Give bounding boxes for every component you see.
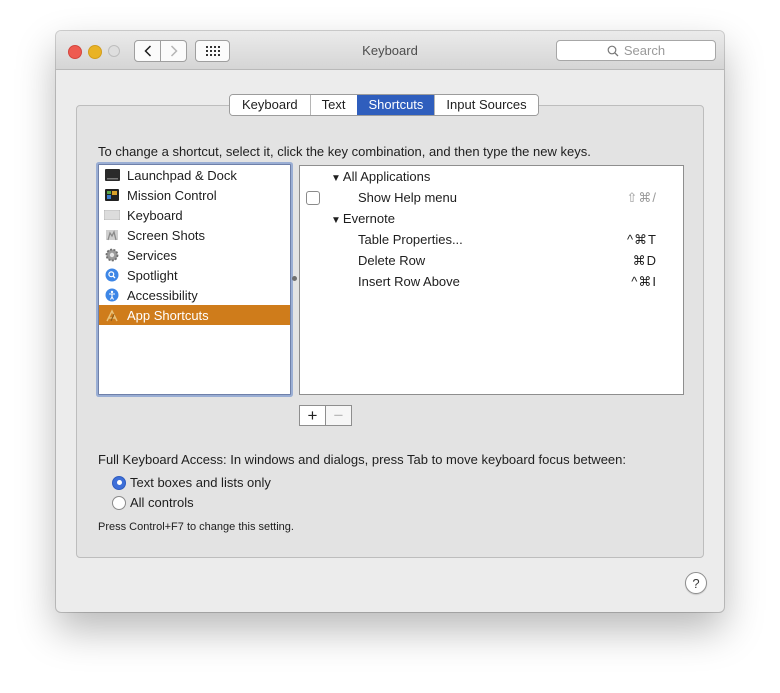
category-item-mission-control[interactable]: Mission Control [99,185,290,205]
shortcut-label: Delete Row [358,253,426,268]
tab-keyboard[interactable]: Keyboard [230,95,310,115]
shortcut-row[interactable]: Show Help menu ⇧⌘/ [300,187,683,208]
radio-label: Text boxes and lists only [130,475,271,490]
category-label: Accessibility [127,287,198,303]
tab-shortcuts[interactable]: Shortcuts [356,95,435,115]
help-button[interactable]: ? [685,572,707,594]
app-store-icon [104,308,120,322]
instructions-text: To change a shortcut, select it, click t… [98,144,591,159]
mission-control-icon [104,188,120,202]
accessibility-icon [104,288,120,302]
group-row-all-applications[interactable]: ▼ All Applications [300,166,683,187]
disclosure-triangle-icon[interactable]: ▼ [331,215,341,226]
group-row-evernote[interactable]: ▼ Evernote [300,208,683,229]
keyboard-preferences-window: Keyboard Search Keyboard Text Shortcuts … [56,31,724,612]
radio-button-selected[interactable] [112,475,126,490]
category-list[interactable]: Launchpad & Dock Mission Control Keyboar… [98,164,291,395]
shortcut-enable-checkbox[interactable] [306,191,320,205]
add-remove-buttons: + − [299,405,352,426]
shortcut-row[interactable]: Delete Row ⌘D [300,250,683,271]
keyboard-access-note: Press Control+F7 to change this setting. [98,521,294,533]
category-item-spotlight[interactable]: Spotlight [99,265,290,285]
category-item-services[interactable]: Services [99,245,290,265]
split-view-handle[interactable] [292,276,297,281]
category-label: Launchpad & Dock [127,167,237,183]
search-placeholder: Search [623,43,666,58]
shortcut-keys[interactable]: ^⌘I [631,271,657,292]
category-item-screen-shots[interactable]: Screen Shots [99,225,290,245]
shortcuts-list[interactable]: ▼ All Applications Show Help menu ⇧⌘/ ▼ Ev… [299,165,684,395]
category-label: Spotlight [127,267,178,283]
launchpad-dock-icon [104,168,120,182]
group-label: Evernote [342,211,395,226]
disclosure-triangle-icon[interactable]: ▼ [331,173,341,184]
group-label: All Applications [342,169,431,184]
radio-button[interactable] [112,495,126,510]
shortcut-label: Table Properties... [358,232,463,247]
full-keyboard-access-label: Full Keyboard Access: In windows and dia… [98,452,626,467]
shortcut-row[interactable]: Insert Row Above ^⌘I [300,271,683,292]
category-item-keyboard[interactable]: Keyboard [99,205,290,225]
category-label: Services [127,247,177,263]
category-item-app-shortcuts[interactable]: App Shortcuts [99,305,290,325]
category-label: Screen Shots [127,227,206,243]
category-item-accessibility[interactable]: Accessibility [99,285,290,305]
tab-text[interactable]: Text [309,95,357,115]
radio-all-controls[interactable]: All controls [112,495,194,510]
tab-input-sources[interactable]: Input Sources [434,95,538,115]
category-item-launchpad-dock[interactable]: Launchpad & Dock [99,165,290,185]
spotlight-icon [104,268,120,282]
shortcut-keys[interactable]: ⌘D [633,250,657,271]
add-shortcut-button[interactable]: + [299,405,326,426]
search-icon [607,45,619,56]
title-bar: Keyboard Search [56,31,724,70]
shortcut-keys[interactable]: ⇧⌘/ [626,187,657,208]
shortcut-label: Show Help menu [358,190,457,205]
tab-bar: Keyboard Text Shortcuts Input Sources [229,94,539,116]
search-field[interactable]: Search [556,40,716,61]
category-label: Keyboard [127,207,183,223]
help-icon: ? [692,575,700,591]
shortcut-keys[interactable]: ^⌘T [627,229,657,250]
shortcut-row[interactable]: Table Properties... ^⌘T [300,229,683,250]
keyboard-icon [104,208,120,222]
category-label: Mission Control [127,187,217,203]
category-label: App Shortcuts [127,307,209,323]
screenshot-icon [104,228,120,242]
radio-label: All controls [130,495,194,510]
shortcut-label: Insert Row Above [358,274,460,289]
gear-icon [104,248,120,262]
remove-shortcut-button[interactable]: − [326,405,352,426]
radio-text-boxes-lists[interactable]: Text boxes and lists only [112,475,271,490]
